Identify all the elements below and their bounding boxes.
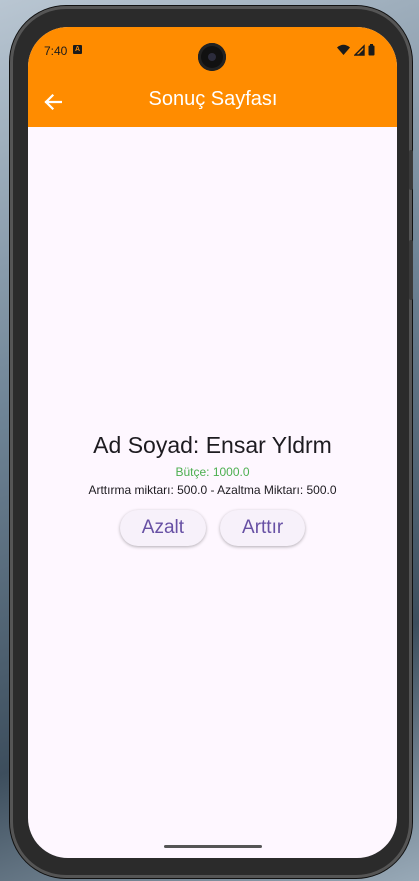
arrow-left-icon <box>44 93 62 111</box>
battery-icon <box>368 44 375 56</box>
decrease-button[interactable]: Azalt <box>119 510 207 546</box>
wifi-icon <box>337 44 351 55</box>
front-camera <box>198 43 226 71</box>
main-content: Ad Soyad: Ensar Yldrm Bütçe: 1000.0 Artt… <box>28 127 397 858</box>
screen: 7:40 A Sonuç Sayfası Ad Soyad: Ensar Yld… <box>28 27 397 858</box>
budget-label: Bütçe: 1000.0 <box>175 465 250 479</box>
home-indicator[interactable] <box>164 845 262 848</box>
power-button <box>409 150 413 190</box>
signal-icon <box>353 44 365 56</box>
volume-button <box>409 240 413 300</box>
increase-button[interactable]: Arttır <box>220 510 306 546</box>
page-title: Sonuç Sayfası <box>148 88 278 110</box>
amounts-label: Arttırma miktarı: 500.0 - Azaltma Miktar… <box>88 483 337 497</box>
status-time: 7:40 <box>44 44 68 58</box>
name-label: Ad Soyad: Ensar Yldrm <box>93 432 332 458</box>
app-bar: 7:40 A Sonuç Sayfası <box>28 27 397 127</box>
status-icons <box>337 44 375 58</box>
notification-icon: A <box>73 45 82 54</box>
back-button[interactable] <box>38 87 68 117</box>
button-row: Azalt Arttır <box>28 510 397 546</box>
